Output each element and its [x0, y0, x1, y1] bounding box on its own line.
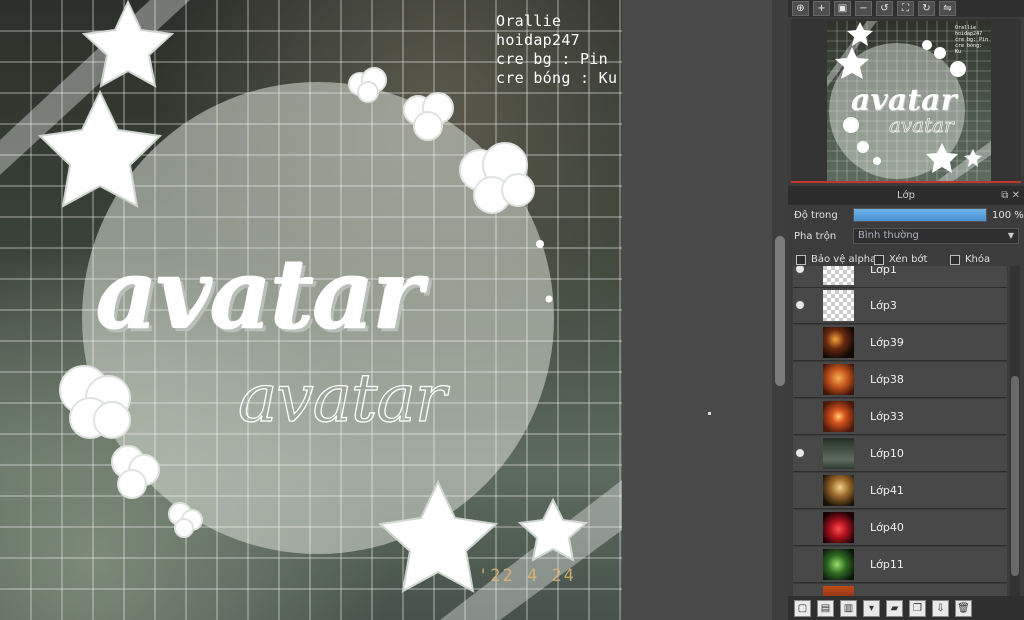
clip-checkbox[interactable]: Xén bớt [874, 254, 927, 265]
layers-panel-header: Lớp ⧉ ✕ [788, 186, 1024, 205]
opacity-slider-fill [854, 209, 986, 221]
fullscreen-icon[interactable]: ⛶ [897, 1, 914, 16]
merge-icon[interactable]: ⇩ [932, 599, 949, 617]
layer-name: Lớp39 [870, 336, 904, 349]
opacity-slider[interactable] [853, 208, 987, 222]
layer-thumbnail [823, 549, 854, 580]
undock-icon[interactable]: ⧉ [1001, 190, 1008, 201]
layer-name: Lớp40 [870, 521, 904, 534]
navigator-avatar-ghost: avatar [889, 113, 954, 138]
credit-line-1: Orallie [496, 12, 562, 30]
navigator-thumbnail: Orallie hoidap247 cre bg: Pin cre bóng: … [827, 21, 991, 181]
layer-thumbnail [823, 512, 854, 543]
new-raster-icon[interactable]: ▤ [817, 599, 834, 617]
canvas-margin [622, 0, 772, 620]
close-icon[interactable]: ✕ [1012, 190, 1020, 201]
layer-thumbnail [823, 364, 854, 395]
duplicate-icon[interactable]: ❐ [909, 599, 926, 617]
navigator-toolbar: ⊕ + ▣ − ↺ ⛶ ↻ ⇋ [788, 0, 1024, 17]
credit-line-3: cre bg : Pin [496, 50, 608, 68]
layer-list-scroll-thumb[interactable] [1011, 376, 1019, 576]
lock-label: Khóa [965, 254, 991, 265]
navigator-preview[interactable]: Orallie hoidap247 cre bg: Pin cre bóng: … [791, 19, 1021, 183]
opacity-label: Độ trong [794, 210, 838, 221]
blend-mode-select[interactable]: Bình thường ▼ [853, 228, 1019, 244]
eye-icon[interactable] [796, 266, 804, 273]
layer-name: Lớp10 [870, 447, 904, 460]
clip-label: Xén bớt [889, 254, 928, 265]
zoom-fit-icon[interactable]: ⊕ [792, 1, 809, 16]
layer-row[interactable]: Lớp38 [793, 362, 1007, 398]
trash-icon[interactable]: 🗑 [955, 599, 972, 617]
layer-row[interactable]: Lớp39 [793, 325, 1007, 361]
layer-thumbnail [823, 475, 854, 506]
flip-icon[interactable]: ⇋ [939, 1, 956, 16]
artwork-canvas[interactable]: avatar avatar Orallie hoidap247 cre bg :… [0, 0, 622, 620]
layer-name: Lớp11 [870, 558, 904, 571]
layer-row[interactable]: Lớp33 [793, 399, 1007, 435]
cursor-dot [708, 412, 711, 415]
layer-name: Lớp3 [870, 299, 897, 312]
layer-row[interactable]: Lớp11 [793, 547, 1007, 583]
blend-label: Pha trộn [794, 231, 837, 242]
layer-row[interactable]: Lớp41 [793, 473, 1007, 509]
credit-text: Orallie hoidap247 cre bg : Pin cre bóng … [496, 12, 617, 88]
layers-bottom-toolbar: ▢ ▤ ▥ ▾ ▰ ❐ ⇩ 🗑 [788, 596, 1024, 620]
canvas-vertical-scrollbar[interactable] [772, 0, 788, 620]
zoom-out-icon[interactable]: − [855, 1, 872, 16]
lock-checkbox[interactable]: Khóa [950, 254, 990, 265]
layer-name: Lớp1 [870, 266, 897, 276]
checkbox-box [874, 254, 884, 265]
rotate-left-icon[interactable]: ↺ [876, 1, 893, 16]
layer-name: Lớp33 [870, 410, 904, 423]
dot-1 [536, 240, 544, 248]
fit-window-icon[interactable]: ▣ [834, 1, 851, 16]
layer-row-partial[interactable] [793, 584, 1007, 596]
new-layer-icon[interactable]: ▢ [794, 599, 811, 617]
right-panel: ⊕ + ▣ − ↺ ⛶ ↻ ⇋ Orallie hoidap247 cre bg… [788, 0, 1024, 620]
checkbox-box [796, 254, 806, 265]
date-stamp: '22 4 24 [478, 566, 576, 586]
layers-panel-title: Lớp [896, 190, 916, 201]
credit-line-2: hoidap247 [496, 31, 580, 49]
layer-thumbnail [823, 401, 854, 432]
eye-icon[interactable] [796, 301, 804, 309]
layer-row[interactable]: Lớp1 [793, 266, 1007, 288]
protect-alpha-label: Bảo vệ alpha [811, 254, 877, 265]
layer-thumbnail [823, 438, 854, 469]
chevron-down-icon: ▼ [1007, 231, 1014, 240]
blend-mode-value: Bình thường [858, 230, 919, 241]
layer-row[interactable]: Lớp40 [793, 510, 1007, 546]
layer-list-scrollbar[interactable] [1010, 266, 1020, 596]
credit-line-4: cre bóng : Ku [496, 69, 618, 87]
navigator-credits: Orallie hoidap247 cre bg: Pin cre bóng: … [955, 25, 991, 55]
folder-icon[interactable]: ▰ [886, 599, 903, 617]
layer-row[interactable]: Lớp10 [793, 436, 1007, 472]
new-folder-menu-icon[interactable]: ▾ [863, 599, 880, 617]
layer-list: Lớp1 Lớp3 Lớp39 Lớp38 Lớp33 Lớp10 Lớp41 [793, 266, 1007, 596]
zoom-in-icon[interactable]: + [813, 1, 830, 16]
layer-thumbnail [823, 586, 854, 596]
dot-2 [545, 295, 553, 303]
protect-alpha-checkbox[interactable]: Bảo vệ alpha [796, 254, 876, 265]
layer-thumbnail [823, 266, 854, 285]
avatar-title-ghost: avatar [237, 359, 447, 437]
panel-header-icons: ⧉ ✕ [1001, 186, 1020, 205]
layer-row[interactable]: Lớp3 [793, 288, 1007, 324]
navigator-credit-4: cre bóng: Ku [955, 43, 983, 55]
eye-icon[interactable] [796, 449, 804, 457]
rotate-right-icon[interactable]: ↻ [918, 1, 935, 16]
layer-thumbnail [823, 327, 854, 358]
opacity-value: 100 % [992, 210, 1024, 221]
layer-name: Lớp38 [870, 373, 904, 386]
new-vector-icon[interactable]: ▥ [840, 599, 857, 617]
layer-thumbnail [823, 290, 854, 321]
checkbox-box [950, 254, 960, 265]
avatar-title-main: avatar [96, 238, 423, 351]
layer-name: Lớp41 [870, 484, 904, 497]
canvas-scroll-thumb[interactable] [775, 236, 785, 386]
